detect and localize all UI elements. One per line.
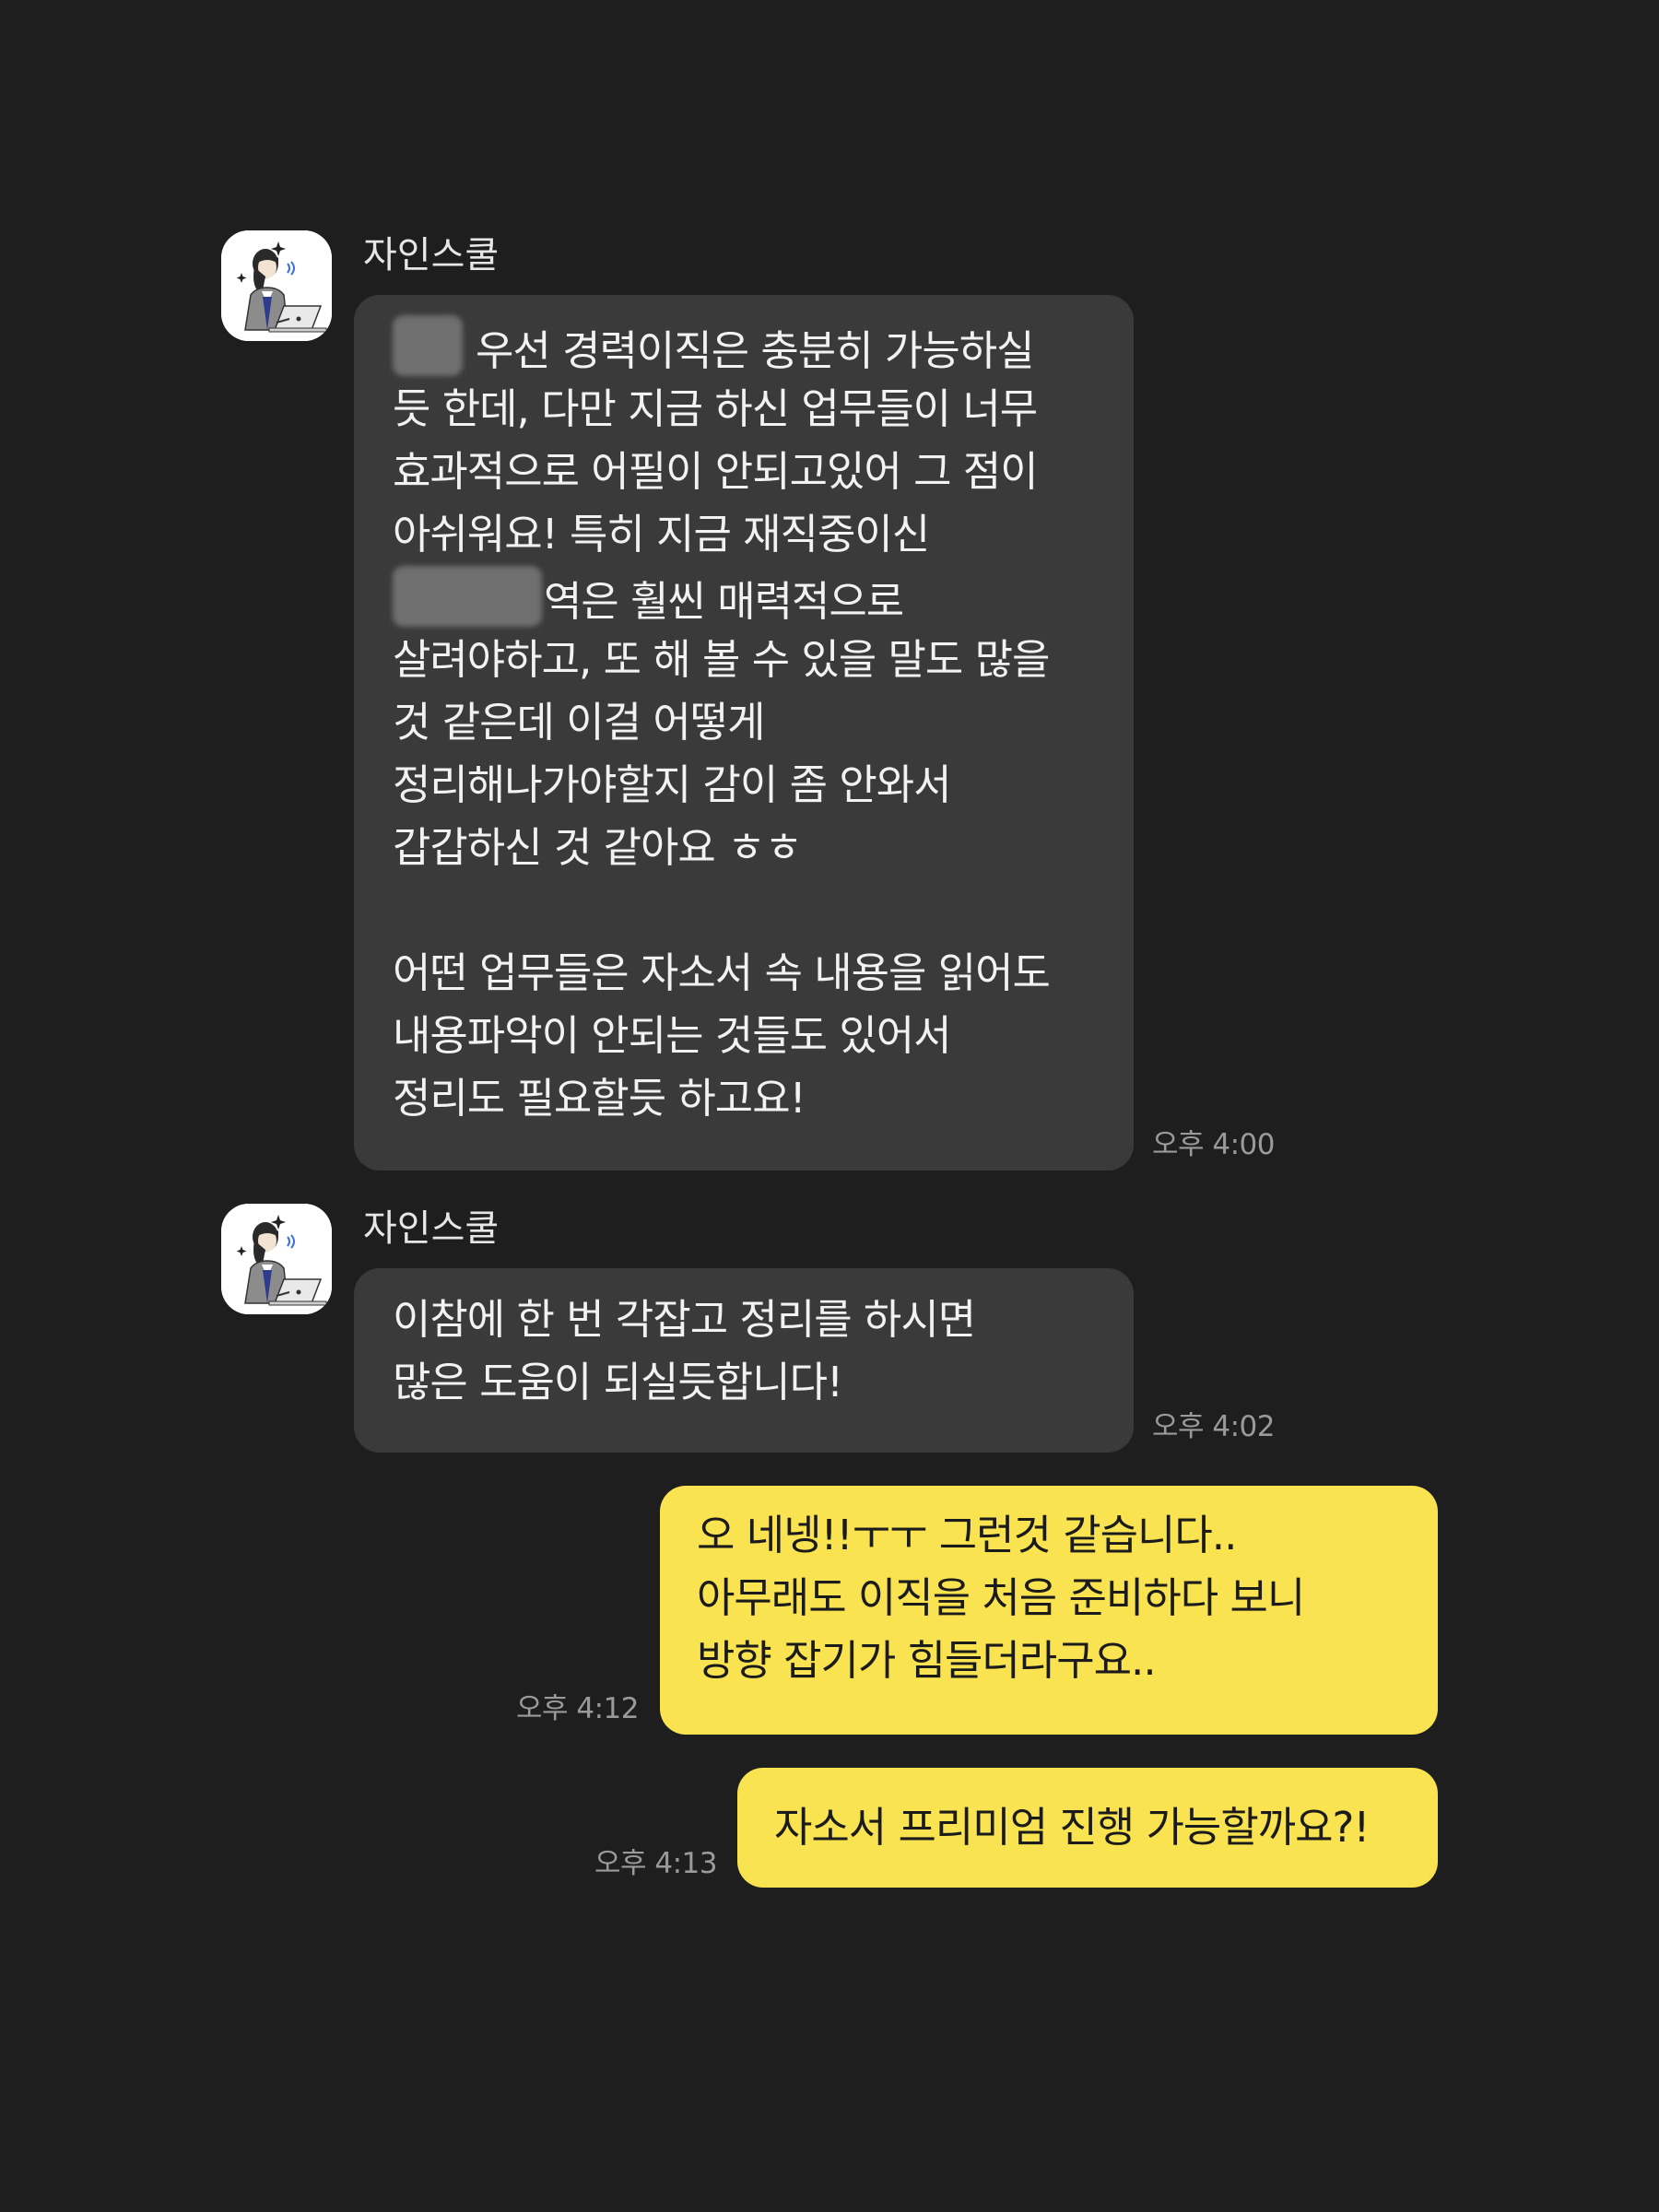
woman-with-laptop-icon xyxy=(221,230,332,341)
message-line: 아무래도 이직을 처음 준비하다 보니 xyxy=(697,1573,1305,1622)
message-line: 살려야하고, 또 해 볼 수 있을 말도 많을 xyxy=(393,635,1050,684)
message-line: 방향 잡기가 힘들더라구요.. xyxy=(697,1636,1157,1685)
message-line: 자소서 프리미엄 진행 가능할까요?! xyxy=(774,1803,1370,1852)
message-line: 듯 한데, 다만 지금 하신 업무들이 너무 xyxy=(393,384,1038,433)
message-timestamp: 오후 4:12 xyxy=(516,1692,640,1725)
message-line: 많은 도움이 되실듯합니다! xyxy=(393,1358,843,1406)
message-line: 우선 경력이직은 충분히 가능하실 xyxy=(393,315,1102,378)
sender-name: 자인스쿨 xyxy=(363,1207,500,1250)
message-line: 이참에 한 번 각잡고 정리를 하시면 xyxy=(393,1295,976,1344)
message-bubble-incoming[interactable]: 이참에 한 번 각잡고 정리를 하시면 많은 도움이 되실듯합니다! xyxy=(354,1268,1134,1453)
message-timestamp: 오후 4:00 xyxy=(1152,1128,1276,1161)
message-bubble-incoming[interactable]: 우선 경력이직은 충분히 가능하실 듯 한데, 다만 지금 하신 업무들이 너무… xyxy=(354,295,1134,1171)
message-line xyxy=(393,879,1102,942)
sender-name: 자인스쿨 xyxy=(363,234,500,276)
message-line: 갑갑하신 것 같아요 ㅎㅎ xyxy=(393,823,803,872)
sender-avatar[interactable] xyxy=(221,230,332,341)
message-line: 정리도 필요할듯 하고요! xyxy=(393,1074,806,1123)
message-line: 내용파악이 안되는 것들도 있어서 xyxy=(393,1011,952,1060)
sender-avatar[interactable] xyxy=(221,1204,332,1314)
message-line: 효과적으로 어필이 안되고있어 그 점이 xyxy=(393,447,1039,496)
message-timestamp: 오후 4:13 xyxy=(594,1847,718,1880)
message-timestamp: 오후 4:02 xyxy=(1152,1410,1276,1443)
redacted-text xyxy=(393,315,463,376)
woman-with-laptop-icon xyxy=(221,1204,332,1314)
chat-screen: 자인스쿨 우선 경력이직은 충분히 가능하실 듯 한데, 다만 지금 하신 업무… xyxy=(0,0,1659,2212)
message-line: 오 네넹!!ㅜㅜ 그런것 같습니다.. xyxy=(697,1511,1237,1559)
redacted-text xyxy=(393,566,542,627)
message-bubble-outgoing[interactable]: 자소서 프리미엄 진행 가능할까요?! xyxy=(737,1768,1438,1888)
message-line: 역은 훨씬 매력적으로 xyxy=(393,566,1102,629)
message-bubble-outgoing[interactable]: 오 네넹!!ㅜㅜ 그런것 같습니다.. 아무래도 이직을 처음 준비하다 보니 … xyxy=(660,1486,1438,1735)
message-line: 아쉬워요! 특히 지금 재직중이신 xyxy=(393,510,930,559)
message-line: 정리해나가야할지 감이 좀 안와서 xyxy=(393,760,952,809)
message-line: 것 같은데 이걸 어떻게 xyxy=(393,698,766,747)
message-line: 어떤 업무들은 자소서 속 내용을 읽어도 xyxy=(393,948,1051,997)
